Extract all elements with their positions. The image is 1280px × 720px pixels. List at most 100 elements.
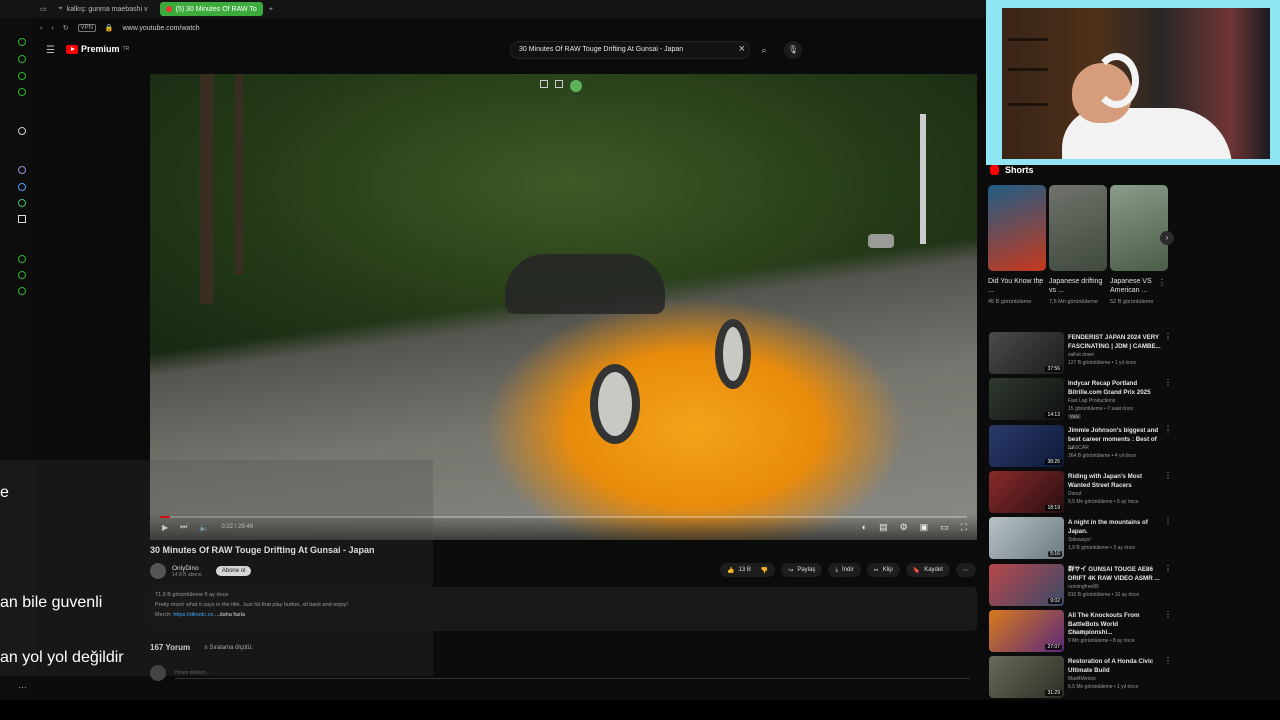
merch-link[interactable]: https://dinodc.co (173, 612, 213, 618)
sidebar-app-icon[interactable] (18, 127, 26, 135)
video-thumbnail[interactable]: 37:56 (989, 332, 1064, 374)
miniplayer-icon[interactable]: ▣ (920, 522, 929, 533)
video-thumbnail[interactable]: 38:26 (989, 425, 1064, 467)
sidebar-app-icon[interactable] (18, 166, 26, 174)
voice-search-button[interactable]: 🎙 (784, 41, 802, 59)
history-icon[interactable] (18, 255, 26, 263)
recommended-video[interactable]: 5:16 A night in the mountains of Japan. Si… (988, 517, 1280, 561)
sort-comments-button[interactable]: ≡ Sıralama ölçütü: (204, 645, 253, 651)
more-vertical-icon[interactable]: ⋮ (1164, 425, 1172, 434)
messenger-icon[interactable] (18, 183, 26, 191)
cast-icon[interactable] (555, 80, 563, 88)
x-icon[interactable] (18, 215, 26, 223)
video-thumbnail[interactable]: 14:13 (989, 378, 1064, 420)
download-button[interactable]: ⤓ İndir (828, 563, 861, 577)
recommended-video[interactable]: 31:29 Restoration of A Honda Civic Ultima… (988, 656, 1280, 700)
youtube-logo[interactable]: Premium TR (66, 44, 129, 54)
save-button[interactable]: 🔖 Kaydet (905, 563, 950, 577)
sidebar-app-icon[interactable] (18, 55, 26, 63)
more-vertical-icon[interactable]: ⋮ (1097, 278, 1105, 287)
webcam-feed (1002, 8, 1270, 159)
more-icon[interactable]: ⋯ (18, 682, 27, 693)
video-title[interactable]: FENDERIST JAPAN 2024 VERY FASCINATING | … (1068, 334, 1163, 351)
hamburger-menu-icon[interactable]: ☰ (46, 45, 55, 56)
share-button[interactable]: ↪ Paylaş (781, 563, 823, 577)
show-more-link[interactable]: ...daha fazla (215, 612, 245, 618)
recommended-video[interactable]: 27:07 All The Knockouts From BattleBots W… (988, 610, 1280, 654)
subscribe-button[interactable]: Abone ol (215, 566, 252, 576)
channel-name[interactable]: saKet down (1068, 352, 1094, 358)
tab-active[interactable]: (5) 30 Minutes Of RAW To (159, 2, 263, 16)
recommended-video[interactable]: 9:02 群サイ GUNSAI TOUGE AE86 DRIFT 4K RAW V… (988, 564, 1280, 608)
extension-icon[interactable] (570, 80, 582, 92)
whatsapp-icon[interactable] (18, 199, 26, 207)
more-vertical-icon[interactable]: ⋮ (1164, 610, 1172, 619)
more-vertical-icon[interactable]: ⋮ (1164, 656, 1172, 665)
recommended-video[interactable]: 18:19 Riding with Japan's Most Wanted Str… (988, 471, 1280, 515)
channel-name[interactable]: BattleBots (1068, 630, 1091, 636)
more-vertical-icon[interactable]: ⋮ (1164, 378, 1172, 387)
pip-icon[interactable] (540, 80, 548, 88)
recommended-video[interactable]: 14:13 Indycar Recap Portland Bitrille.com… (988, 378, 1280, 422)
channel-name[interactable]: Mad4Motors (1068, 676, 1096, 682)
video-title[interactable]: Riding with Japan's Most Wanted Street R… (1068, 473, 1163, 490)
subtitles-icon[interactable]: ▤ (879, 522, 888, 533)
video-thumbnail[interactable]: 27:07 (989, 610, 1064, 652)
channel-name[interactable]: Donut (1068, 491, 1081, 497)
channel-name[interactable]: Sideways! (1068, 537, 1091, 543)
channel-avatar[interactable] (150, 563, 166, 579)
shorts-header: Shorts (990, 165, 1034, 175)
url-field[interactable]: www.youtube.com/watch (123, 25, 200, 32)
description-box[interactable]: 71,9 B görüntüleme 9 ay önce Pretty much… (150, 587, 977, 631)
video-title[interactable]: 群サイ GUNSAI TOUGE AE86 DRIFT 4K RAW VIDEO… (1068, 566, 1163, 583)
video-thumbnail[interactable]: 5:16 (989, 517, 1064, 559)
reload-icon[interactable]: ↻ (63, 24, 69, 32)
add-comment-input[interactable]: Yorum ekleyin... (174, 670, 209, 676)
short-thumbnail[interactable] (1110, 185, 1168, 271)
search-button[interactable]: ⌕ (754, 41, 774, 59)
new-tab-icon[interactable]: + (269, 6, 273, 13)
more-vertical-icon[interactable]: ⋮ (1164, 517, 1172, 526)
recommended-video[interactable]: 38:26 Jimmie Johnson's biggest and best c… (988, 425, 1280, 469)
more-actions-button[interactable]: ⋯ (955, 563, 976, 577)
more-vertical-icon[interactable]: ⋮ (1164, 332, 1172, 341)
channel-name[interactable]: NASCAR (1068, 445, 1089, 451)
vpn-badge[interactable]: VPN (77, 24, 96, 32)
settings-icon[interactable] (18, 287, 26, 295)
clip-button[interactable]: ✂ Klip (866, 563, 900, 577)
headphones (1094, 53, 1139, 108)
more-vertical-icon[interactable]: ⋮ (1036, 278, 1044, 287)
short-thumbnail[interactable] (1049, 185, 1107, 271)
tab-inactive[interactable]: ⌖ kalkış: gunma maebashi v (53, 2, 154, 16)
recommended-video[interactable]: 37:56 FENDERIST JAPAN 2024 VERY FASCINATI… (988, 332, 1280, 376)
sidebar-app-icon[interactable] (18, 271, 26, 279)
search-input[interactable]: 30 Minutes Of RAW Touge Drifting At Guns… (510, 41, 750, 59)
thumbs-down-icon[interactable]: 👎 (761, 567, 768, 574)
video-title[interactable]: A night in the mountains of Japan. (1068, 519, 1163, 536)
more-vertical-icon[interactable]: ⋮ (1164, 471, 1172, 480)
channel-name[interactable]: OnlyDino (172, 565, 202, 572)
video-title[interactable]: Restoration of A Honda Civic Ultimate Bu… (1068, 658, 1163, 675)
short-thumbnail[interactable] (988, 185, 1046, 271)
refresh-icon[interactable] (18, 38, 26, 46)
channel-name[interactable]: runningfree86 (1068, 584, 1099, 590)
more-vertical-icon[interactable]: ⋮ (1164, 564, 1172, 573)
channel-name[interactable]: Fast Lap Productions (1068, 398, 1115, 404)
video-thumbnail[interactable]: 18:19 (989, 471, 1064, 513)
fullscreen-icon[interactable]: ⛶ (961, 522, 967, 533)
theater-mode-icon[interactable]: ▭ (940, 522, 949, 533)
forward-icon[interactable]: › (51, 25, 53, 32)
video-title[interactable]: Indycar Recap Portland Bitrille.com Gran… (1068, 380, 1163, 397)
autoplay-toggle-icon[interactable]: ◐ (862, 522, 867, 533)
workspace-icon[interactable]: ▭ (40, 5, 47, 13)
more-vertical-icon[interactable]: ⋮ (1158, 278, 1166, 287)
like-button[interactable]: 👍 13 B 👎 (720, 563, 776, 577)
sidebar-app-icon[interactable] (18, 88, 26, 96)
sidebar-app-icon[interactable] (18, 72, 26, 80)
clear-search-icon[interactable]: × (739, 43, 745, 55)
shorts-next-button[interactable]: › (1160, 231, 1174, 245)
video-thumbnail[interactable]: 31:29 (989, 656, 1064, 698)
back-icon[interactable]: ‹ (40, 25, 42, 32)
video-thumbnail[interactable]: 9:02 (989, 564, 1064, 606)
settings-gear-icon[interactable]: ⚙ (900, 522, 908, 533)
